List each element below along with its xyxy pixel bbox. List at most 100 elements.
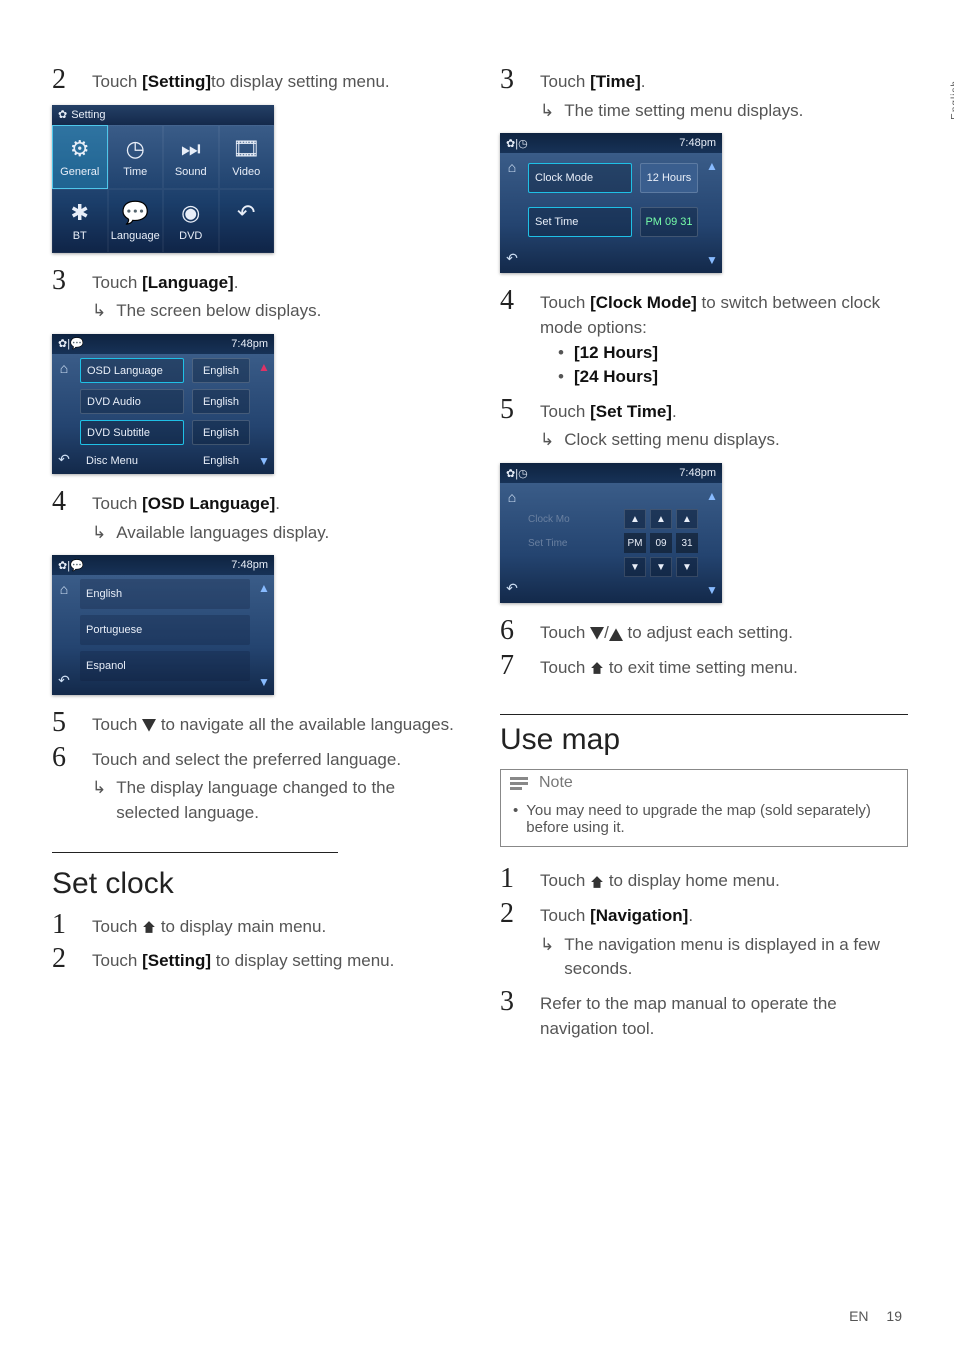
- settings-bt[interactable]: ✱BT: [52, 189, 108, 253]
- step-number: 4: [500, 287, 522, 315]
- section-heading-set-clock: Set clock: [52, 867, 460, 901]
- scroll-down-icon[interactable]: ▼: [706, 583, 718, 597]
- result-arrow-icon: ↳: [540, 428, 554, 453]
- clock: 7:48pm: [231, 338, 268, 350]
- note-box: Note You may need to upgrade the map (so…: [500, 769, 908, 847]
- scroll-up-icon[interactable]: ▲: [706, 159, 718, 173]
- breadcrumb-icons: ✿|💬: [58, 337, 84, 350]
- home-icon[interactable]: ⌂: [508, 489, 516, 505]
- step-number: 4: [52, 488, 74, 516]
- result-arrow-icon: ↳: [92, 776, 106, 825]
- result-arrow-icon: ↳: [540, 99, 554, 124]
- back-icon[interactable]: ↶: [58, 672, 70, 689]
- osd-language-row[interactable]: OSD Language: [80, 358, 184, 383]
- step-text: Touch to display home menu.: [540, 865, 780, 894]
- settings-video[interactable]: 🎞Video: [219, 125, 275, 189]
- settings-time[interactable]: ◷Time: [108, 125, 164, 189]
- back-icon[interactable]: ↶: [58, 451, 70, 468]
- clock: 7:48pm: [679, 467, 716, 479]
- up-triangle-icon: [609, 627, 623, 641]
- breadcrumb-icons: ✿|◷: [506, 467, 528, 480]
- step-text: Touch [OSD Language]. ↳Available languag…: [92, 488, 329, 545]
- result-arrow-icon: ↳: [540, 933, 554, 982]
- language-tab: English: [950, 80, 954, 120]
- result-arrow-icon: ↳: [92, 521, 106, 546]
- settings-general[interactable]: ⚙General: [52, 125, 108, 189]
- note-label: Note: [539, 774, 573, 792]
- step-text: Touch to display main menu.: [92, 911, 326, 940]
- note-icon: [509, 774, 531, 792]
- right-column: 3 Touch [Time]. ↳The time setting menu d…: [500, 60, 908, 1047]
- dvd-audio-row[interactable]: DVD Audio: [80, 389, 184, 414]
- settings-sound[interactable]: ⏭Sound: [163, 125, 219, 189]
- result-arrow-icon: ↳: [92, 299, 106, 324]
- step-number: 6: [52, 744, 74, 772]
- disc-menu-row[interactable]: Disc Menu: [80, 451, 184, 469]
- clock: 7:48pm: [679, 137, 716, 149]
- step-text: Touch [Clock Mode] to switch between clo…: [540, 287, 908, 390]
- home-icon: [590, 875, 604, 889]
- step-number: 3: [52, 267, 74, 295]
- home-icon[interactable]: ⌂: [508, 159, 516, 175]
- clock-mode-row[interactable]: Clock Mode: [528, 163, 632, 193]
- time-down-button[interactable]: ▼: [676, 557, 698, 577]
- settings-back[interactable]: ↶: [219, 189, 275, 253]
- lang-portuguese[interactable]: Portuguese: [80, 615, 250, 645]
- time-up-button[interactable]: ▲: [676, 509, 698, 529]
- section-divider: [500, 714, 908, 715]
- page-footer: EN 19: [849, 1308, 902, 1324]
- step-number: 5: [52, 709, 74, 737]
- step-text: Touch and select the preferred language.…: [92, 744, 460, 826]
- step-number: 3: [500, 988, 522, 1016]
- settings-language[interactable]: 💬Language: [108, 189, 164, 253]
- down-triangle-icon: [590, 627, 604, 641]
- step-text: Touch [Set Time]. ↳Clock setting menu di…: [540, 396, 780, 453]
- screenshot-language-list: ✿|💬7:48pm ⌂ ↶ English Portuguese Espanol…: [52, 555, 274, 695]
- scroll-down-icon[interactable]: ▼: [706, 253, 718, 267]
- section-divider: [52, 852, 338, 853]
- dim-label: Clock Mo: [528, 514, 614, 525]
- footer-lang: EN: [849, 1308, 868, 1324]
- scroll-up-icon[interactable]: ▲: [258, 360, 270, 374]
- set-time-value: PM 09 31: [640, 207, 698, 237]
- step-text: Refer to the map manual to operate the n…: [540, 988, 908, 1041]
- time-value-hour: 09: [650, 533, 672, 553]
- scroll-up-icon[interactable]: ▲: [706, 489, 718, 503]
- step-number: 2: [52, 66, 74, 94]
- home-icon[interactable]: ⌂: [60, 360, 68, 376]
- time-down-button[interactable]: ▼: [624, 557, 646, 577]
- scroll-down-icon[interactable]: ▼: [258, 454, 270, 468]
- time-down-button[interactable]: ▼: [650, 557, 672, 577]
- step-number: 3: [500, 66, 522, 94]
- scroll-up-icon[interactable]: ▲: [258, 581, 270, 595]
- step-number: 5: [500, 396, 522, 424]
- time-up-button[interactable]: ▲: [650, 509, 672, 529]
- step-number: 1: [52, 911, 74, 939]
- back-icon[interactable]: ↶: [506, 250, 518, 267]
- note-text: You may need to upgrade the map (sold se…: [526, 802, 895, 836]
- step-number: 1: [500, 865, 522, 893]
- step-number: 7: [500, 652, 522, 680]
- dvd-subtitle-row[interactable]: DVD Subtitle: [80, 420, 184, 445]
- home-icon: [590, 661, 604, 675]
- back-icon[interactable]: ↶: [506, 580, 518, 597]
- time-value-min: 31: [676, 533, 698, 553]
- time-up-button[interactable]: ▲: [624, 509, 646, 529]
- step-text: Touch [Time]. ↳The time setting menu dis…: [540, 66, 803, 123]
- home-icon[interactable]: ⌂: [60, 581, 68, 597]
- section-heading-use-map: Use map: [500, 723, 908, 757]
- lang-espanol[interactable]: Espanol: [80, 651, 250, 681]
- home-icon: [142, 920, 156, 934]
- dim-label: Set Time: [528, 538, 614, 549]
- settings-dvd[interactable]: ◉DVD: [163, 189, 219, 253]
- step-text: Touch / to adjust each setting.: [540, 617, 793, 646]
- lang-english[interactable]: English: [80, 579, 250, 609]
- set-time-row[interactable]: Set Time: [528, 207, 632, 237]
- screenshot-settings-menu: ✿Setting ⚙General ◷Time ⏭Sound 🎞Video ✱B…: [52, 105, 274, 253]
- step-number: 6: [500, 617, 522, 645]
- scroll-down-icon[interactable]: ▼: [258, 675, 270, 689]
- step-text: Touch [Navigation]. ↳The navigation menu…: [540, 900, 908, 982]
- step-text: Touch [Setting] to display setting menu.: [92, 945, 394, 974]
- step-number: 2: [52, 945, 74, 973]
- screenshot-clock-adjust: ✿|◷ 7:48pm ⌂ ↶ Clock Mo ▲ ▲ ▲: [500, 463, 722, 603]
